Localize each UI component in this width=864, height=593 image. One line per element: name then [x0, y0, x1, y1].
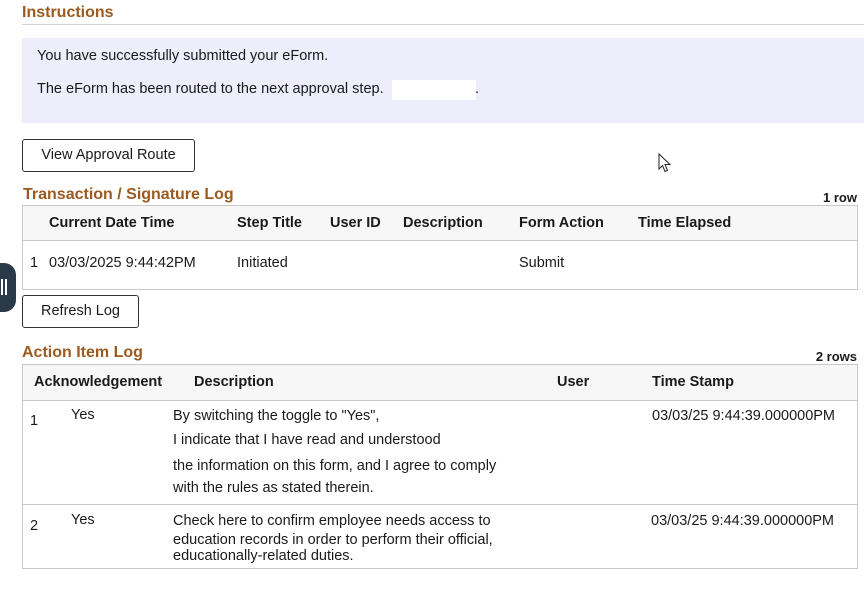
- refresh-log-button[interactable]: Refresh Log: [22, 295, 139, 328]
- col-description: Description: [403, 215, 483, 231]
- row-description-line: educationally-related duties.: [173, 548, 354, 564]
- routing-message: The eForm has been routed to the next ap…: [37, 81, 384, 97]
- transaction-log-title: Transaction / Signature Log: [23, 186, 234, 203]
- instructions-title: Instructions: [22, 4, 114, 21]
- action-log-header: Acknowledgement Description User Time St…: [23, 365, 857, 401]
- row-description-line: with the rules as stated therein.: [173, 480, 374, 496]
- col-current-date-time: Current Date Time: [49, 215, 175, 231]
- action-log-grid: Acknowledgement Description User Time St…: [22, 364, 858, 569]
- row-datetime: 03/03/2025 9:44:42PM: [49, 255, 196, 271]
- row-acknowledgement: Yes: [71, 407, 95, 423]
- routing-message-end: .: [475, 81, 480, 97]
- col-time-elapsed: Time Elapsed: [638, 215, 732, 231]
- action-log-row-count: 2 rows: [815, 349, 857, 364]
- row-number: 1: [30, 413, 39, 429]
- row-acknowledgement: Yes: [71, 512, 95, 528]
- row-form-action: Submit: [519, 255, 565, 271]
- row-description-line: By switching the toggle to "Yes",: [173, 408, 380, 424]
- action-log-title: Action Item Log: [22, 344, 143, 361]
- row-divider: [23, 504, 857, 505]
- row-number: 2: [30, 518, 39, 534]
- col-acknowledgement: Acknowledgement: [34, 374, 163, 390]
- view-approval-route-button[interactable]: View Approval Route: [22, 139, 195, 172]
- row-description-line: education records in order to perform th…: [173, 532, 493, 548]
- approval-step-placeholder: [392, 80, 476, 100]
- row-time-stamp: 03/03/25 9:44:39.000000PM: [651, 513, 835, 529]
- instructions-message-box: You have successfully submitted your eFo…: [22, 38, 864, 123]
- col-time-stamp: Time Stamp: [652, 374, 734, 390]
- instructions-divider: [22, 24, 864, 25]
- row-description-line: Check here to confirm employee needs acc…: [173, 513, 491, 529]
- row-step-title: Initiated: [237, 255, 288, 271]
- mouse-cursor-icon: [658, 153, 672, 173]
- col-user: User: [557, 374, 590, 390]
- panel-toggle-tab[interactable]: [0, 263, 16, 312]
- col-step-title: Step Title: [237, 215, 302, 231]
- transaction-log-row-count: 1 row: [823, 190, 857, 205]
- success-message: You have successfully submitted your eFo…: [37, 48, 329, 64]
- col-description: Description: [194, 374, 274, 390]
- row-time-stamp: 03/03/25 9:44:39.000000PM: [652, 408, 836, 424]
- transaction-log-grid: Current Date Time Step Title User ID Des…: [22, 205, 858, 290]
- row-number: 1: [30, 255, 39, 271]
- col-form-action: Form Action: [519, 215, 604, 231]
- transaction-log-header: Current Date Time Step Title User ID Des…: [23, 206, 857, 241]
- col-user-id: User ID: [330, 215, 381, 231]
- row-description-line: the information on this form, and I agre…: [173, 458, 497, 474]
- row-description-line: I indicate that I have read and understo…: [173, 432, 441, 448]
